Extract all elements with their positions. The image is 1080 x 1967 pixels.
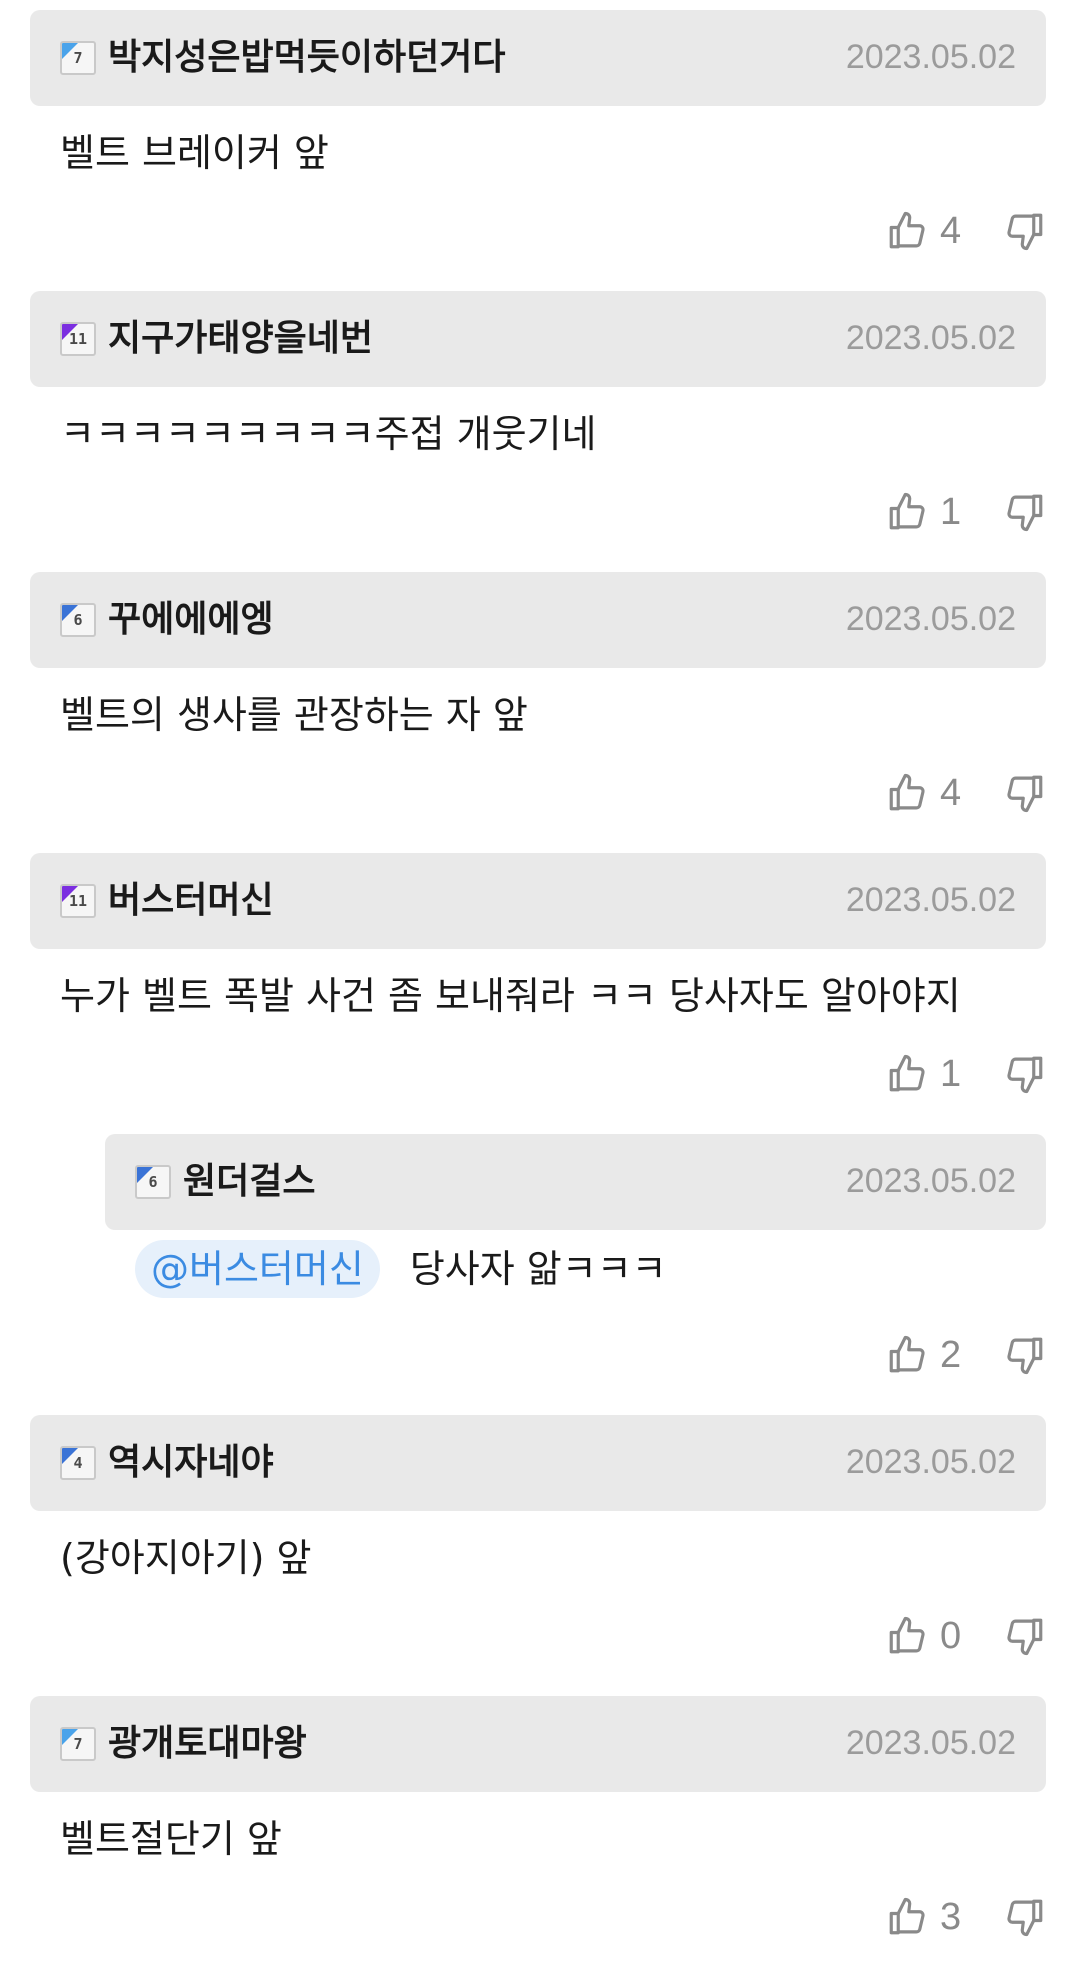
thumbs-up-icon[interactable] xyxy=(886,491,928,533)
comment-header: 4 역시자네야 2023.05.02 xyxy=(30,1415,1046,1511)
comment-text: 벨트절단기 앞 xyxy=(60,1817,282,1861)
comment-actions: 4 xyxy=(886,206,1046,256)
author-nickname[interactable]: 박지성은밥먹듯이하던거다 xyxy=(108,34,505,82)
author-nickname[interactable]: 원더걸스 xyxy=(183,1158,315,1206)
thumbs-up-icon[interactable] xyxy=(886,1615,928,1657)
comment-header: 11 지구가태양을네번 2023.05.02 xyxy=(30,291,1046,387)
thumbs-down-icon[interactable] xyxy=(1004,1053,1046,1095)
level-number: 7 xyxy=(73,1735,83,1753)
comment-header: 6 꾸에에에엥 2023.05.02 xyxy=(30,572,1046,668)
comment-date: 2023.05.02 xyxy=(845,1443,1016,1481)
comment-actions: 1 xyxy=(886,1049,1046,1099)
level-number: 7 xyxy=(73,49,83,67)
comment-text: 벨트 브레이커 앞 xyxy=(60,131,329,175)
thumbs-down-icon[interactable] xyxy=(1004,1896,1046,1938)
comment-header: 7 광개토대마왕 2023.05.02 xyxy=(30,1696,1046,1792)
thumbs-up-icon[interactable] xyxy=(886,772,928,814)
comment-date: 2023.05.02 xyxy=(845,600,1016,638)
like-count: 2 xyxy=(940,1334,962,1376)
level-badge-icon: 11 xyxy=(60,322,96,356)
comment-date: 2023.05.02 xyxy=(845,881,1016,919)
thumbs-up-icon[interactable] xyxy=(886,210,928,252)
comment-header: 11 버스터머신 2023.05.02 xyxy=(30,853,1046,949)
comment-date: 2023.05.02 xyxy=(845,1724,1016,1762)
comment-date: 2023.05.02 xyxy=(845,319,1016,357)
author-nickname[interactable]: 역시자네야 xyxy=(108,1439,274,1487)
comment-body: @버스터머신 당사자 앎ㅋㅋㅋ xyxy=(135,1240,667,1298)
comment-item: 11 지구가태양을네번 2023.05.02 ㅋㅋㅋㅋㅋㅋㅋㅋㅋ주접 개웃기네 … xyxy=(0,281,1080,562)
comment-actions: 3 xyxy=(886,1892,1046,1942)
comment-list: 7 박지성은밥먹듯이하던거다 2023.05.02 벨트 브레이커 앞 4 11 xyxy=(0,0,1080,1967)
author-nickname[interactable]: 광개토대마왕 xyxy=(108,1720,307,1768)
thumbs-up-icon[interactable] xyxy=(886,1053,928,1095)
comment-date: 2023.05.02 xyxy=(845,38,1016,76)
level-badge-icon: 7 xyxy=(60,1727,96,1761)
thumbs-up-icon[interactable] xyxy=(886,1896,928,1938)
author-nickname[interactable]: 지구가태양을네번 xyxy=(108,315,373,363)
level-badge-icon: 6 xyxy=(135,1165,171,1199)
author-nickname[interactable]: 꾸에에에엥 xyxy=(108,596,274,644)
comment-item: 6 꾸에에에엥 2023.05.02 벨트의 생사를 관장하는 자 앞 4 xyxy=(0,562,1080,843)
thumbs-down-icon[interactable] xyxy=(1004,210,1046,252)
thumbs-down-icon[interactable] xyxy=(1004,772,1046,814)
comment-text: 당사자 앎ㅋㅋㅋ xyxy=(409,1247,667,1291)
comment-text: 누가 벨트 폭발 사건 좀 보내줘라 ㅋㅋ 당사자도 알아야지 xyxy=(60,974,961,1018)
comment-item: 7 광개토대마왕 2023.05.02 벨트절단기 앞 3 xyxy=(0,1686,1080,1967)
thumbs-down-icon[interactable] xyxy=(1004,1615,1046,1657)
thumbs-up-icon[interactable] xyxy=(886,1334,928,1376)
mention-tag[interactable]: @버스터머신 xyxy=(135,1240,380,1298)
level-badge-icon: 11 xyxy=(60,884,96,918)
comment-header: 7 박지성은밥먹듯이하던거다 2023.05.02 xyxy=(30,10,1046,106)
like-count: 1 xyxy=(940,1053,962,1095)
comment-item: 11 버스터머신 2023.05.02 누가 벨트 폭발 사건 좀 보내줘라 ㅋ… xyxy=(0,843,1080,1124)
level-number: 11 xyxy=(68,330,88,348)
comment-text: (강아지아기) 앞 xyxy=(60,1536,312,1580)
comment-actions: 0 xyxy=(886,1611,1046,1661)
comment-text: 벨트의 생사를 관장하는 자 앞 xyxy=(60,693,528,737)
level-badge-icon: 4 xyxy=(60,1446,96,1480)
comment-actions: 4 xyxy=(886,768,1046,818)
like-count: 4 xyxy=(940,210,962,252)
thumbs-down-icon[interactable] xyxy=(1004,1334,1046,1376)
comment-item: 4 역시자네야 2023.05.02 (강아지아기) 앞 0 xyxy=(0,1405,1080,1686)
comment-actions: 1 xyxy=(886,487,1046,537)
author-nickname[interactable]: 버스터머신 xyxy=(108,877,274,925)
like-count: 1 xyxy=(940,491,962,533)
level-number: 6 xyxy=(148,1173,158,1191)
like-count: 4 xyxy=(940,772,962,814)
comment-actions: 2 xyxy=(886,1330,1046,1380)
level-number: 11 xyxy=(68,892,88,910)
comment-text: ㅋㅋㅋㅋㅋㅋㅋㅋㅋ주접 개웃기네 xyxy=(60,412,597,456)
like-count: 3 xyxy=(940,1896,962,1938)
reply-item: 6 원더걸스 2023.05.02 @버스터머신 당사자 앎ㅋㅋㅋ 2 xyxy=(0,1124,1080,1405)
comment-header: 6 원더걸스 2023.05.02 xyxy=(105,1134,1046,1230)
comment-item: 7 박지성은밥먹듯이하던거다 2023.05.02 벨트 브레이커 앞 4 xyxy=(0,0,1080,281)
level-number: 4 xyxy=(73,1454,83,1472)
level-number: 6 xyxy=(73,611,83,629)
level-badge-icon: 7 xyxy=(60,41,96,75)
like-count: 0 xyxy=(940,1615,962,1657)
level-badge-icon: 6 xyxy=(60,603,96,637)
comment-date: 2023.05.02 xyxy=(845,1162,1016,1200)
thumbs-down-icon[interactable] xyxy=(1004,491,1046,533)
